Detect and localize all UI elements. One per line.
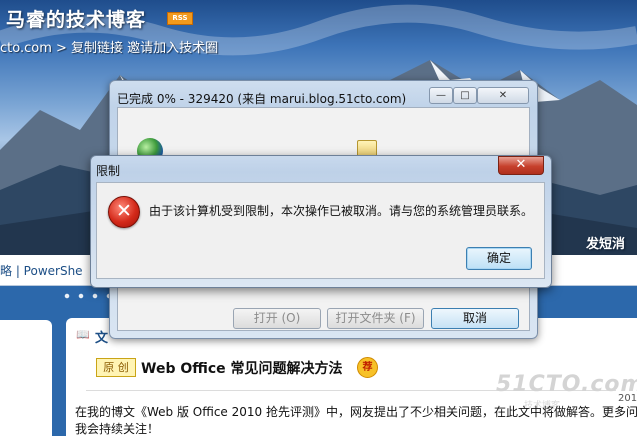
book-icon: 📖	[76, 328, 90, 341]
download-window-title: 已完成 0% - 329420 (来自 marui.blog.51cto.com…	[117, 92, 407, 106]
cancel-button[interactable]: 取消	[431, 308, 519, 329]
ok-button[interactable]: 确定	[466, 247, 532, 270]
watermark: 51CTO.com	[496, 372, 637, 397]
sidebar-panel	[0, 320, 52, 436]
open-folder-button[interactable]: 打开文件夹 (F)	[327, 308, 424, 329]
minimize-button[interactable]: —	[429, 87, 453, 104]
blog-title[interactable]: 马睿的技术博客	[6, 5, 146, 32]
article-date: 2010	[618, 393, 637, 404]
recommend-icon: 荐	[357, 357, 378, 378]
open-button[interactable]: 打开 (O)	[233, 308, 321, 329]
article-body-line: 我会持续关注！	[75, 422, 160, 436]
rss-icon[interactable]: RSS	[167, 12, 193, 25]
dialog-message: 由于该计算机受到限制，本次操作已被取消。请与您的系统管理员联系。	[149, 204, 534, 218]
dialog-close-button[interactable]: ✕	[498, 156, 544, 175]
maximize-button[interactable]: □	[453, 87, 477, 104]
original-badge: 原 创	[96, 358, 136, 377]
article-title[interactable]: Web Office 常见问题解决方法	[141, 358, 343, 378]
nav-links[interactable]: 略 | PowerShe	[0, 262, 83, 279]
error-icon: ✕	[108, 196, 140, 228]
article-body: 在我的博文《Web 版 Office 2010 抢先评测》中，网友提出了不少相关…	[75, 404, 637, 438]
close-button[interactable]: ✕	[477, 87, 529, 104]
section-header: 文	[95, 331, 109, 346]
dialog-title: 限制	[96, 164, 121, 178]
blog-links[interactable]: cto.com > 复制链接 邀请加入技术圈	[0, 37, 218, 56]
article-body-line: 在我的博文《Web 版 Office 2010 抢先评测》中，网友提出了不少相关…	[75, 405, 637, 419]
send-message-link[interactable]: 发短消	[586, 233, 625, 252]
